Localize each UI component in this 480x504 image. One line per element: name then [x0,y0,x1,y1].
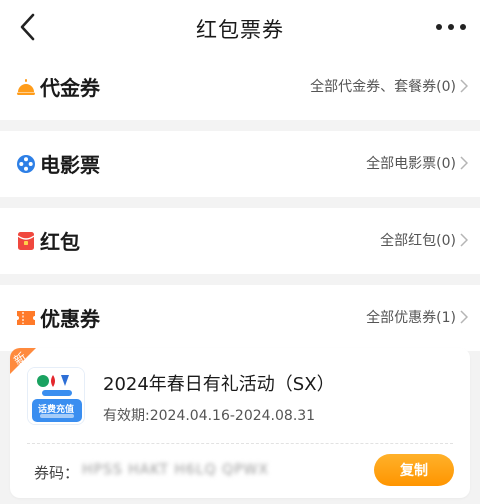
section-title-coupon: 优惠券 [40,307,100,331]
section-redpacket: 红包 全部红包(0) [0,208,480,274]
section-title-movie: 电影票 [40,153,100,177]
coupon-name: 2024年春日有礼活动（SX） [103,374,335,395]
link-all-red-packets[interactable]: 全部红包(0) [380,230,468,250]
link-all-vouchers-label: 全部代金券、套餐券(0) [310,79,456,95]
top-bar: 红包票券 [0,0,480,54]
divider [27,443,453,444]
page-title: 红包票券 [196,18,284,42]
red-envelope-icon [17,232,35,250]
section-title-voucher: 代金券 [40,76,100,100]
link-all-movie-tickets-label: 全部电影票(0) [366,156,456,172]
chevron-right-icon [460,233,468,247]
link-all-vouchers[interactable]: 全部代金券、套餐券(0) [310,76,468,96]
link-all-coupons[interactable]: 全部优惠券(1) [366,307,468,327]
ticket-icon [17,311,35,325]
section-coupon: 优惠券 全部优惠券(1) [0,285,480,351]
coupon-code-label: 券码： [34,464,80,482]
link-all-movie-tickets[interactable]: 全部电影票(0) [366,153,468,173]
coupon-code-value: HPSS HAKT H6LQ QPWX [82,462,269,478]
more-button[interactable] [434,16,468,38]
coupon-thumbnail: 话费充值 [27,367,85,425]
film-reel-icon [17,155,35,173]
coupon-validity: 有效期:2024.04.16-2024.08.31 [103,408,316,424]
section-voucher: 代金券 全部代金券、套餐券(0) [0,54,480,120]
link-all-coupons-label: 全部优惠券(1) [366,310,456,326]
chevron-right-icon [460,156,468,170]
chevron-right-icon [460,79,468,93]
section-movie: 电影票 全部电影票(0) [0,131,480,197]
chevron-right-icon [460,310,468,324]
link-all-red-packets-label: 全部红包(0) [380,233,456,249]
copy-button[interactable]: 复制 [374,454,454,486]
food-cloche-icon [17,79,35,95]
coupon-thumbnail-label: 话费充值 [37,405,74,415]
coupon-card[interactable]: 新 话费充值 2024年春日有礼活动（SX） 有效期:2024.04.16-20… [10,348,470,498]
section-title-redpacket: 红包 [40,230,80,254]
more-dots-icon [436,24,466,30]
